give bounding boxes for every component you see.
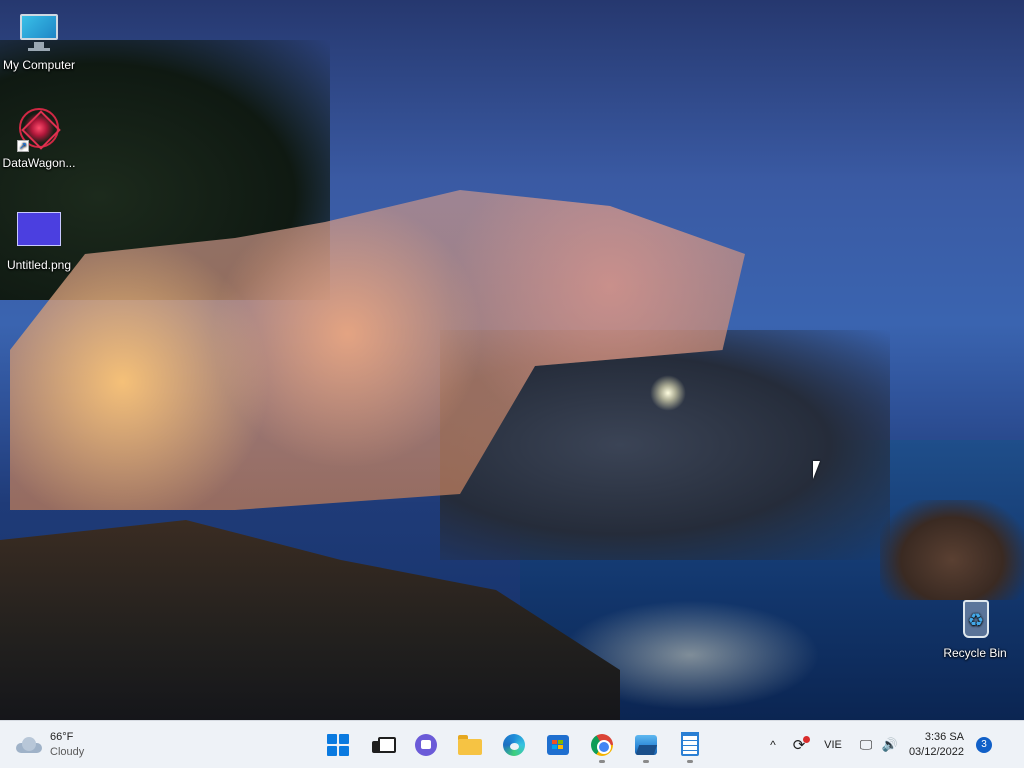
windows-start-icon [327, 734, 349, 756]
notification-center-button[interactable]: 3 [970, 729, 998, 761]
notepad-icon [681, 732, 699, 756]
network-button[interactable]: 🖵 [854, 729, 878, 761]
clock-date: 03/12/2022 [908, 746, 964, 758]
running-indicator [643, 760, 649, 763]
cloud-icon [16, 737, 42, 753]
clock-time: 3:36 SA [924, 731, 964, 743]
notification-count-badge: 3 [976, 737, 992, 753]
desktop-icon-label: My Computer [2, 58, 76, 72]
store-button[interactable] [536, 725, 580, 765]
clock-button[interactable]: 3:36 SA 03/12/2022 [902, 729, 970, 761]
language-indicator[interactable]: VIE [812, 729, 854, 761]
task-view-button[interactable] [360, 725, 404, 765]
shortcut-arrow-icon: ↗ [17, 140, 29, 152]
weather-widget[interactable]: 66°F Cloudy [16, 727, 84, 763]
weather-condition: Cloudy [50, 746, 85, 758]
chat-icon [415, 734, 437, 756]
desktop-wallpaper [0, 0, 1024, 720]
notepad-button[interactable] [668, 725, 712, 765]
start-button[interactable] [316, 725, 360, 765]
desktop-icon-recycle-bin[interactable]: ♻ Recycle Bin [933, 596, 1017, 660]
mouse-cursor-icon [813, 461, 820, 479]
datawagon-icon: ↗ [15, 106, 63, 154]
desktop-icon-my-computer[interactable]: My Computer [0, 8, 81, 72]
show-hidden-icons-button[interactable]: ^ [760, 729, 786, 761]
sync-status-button[interactable]: ⟳ [786, 729, 812, 761]
recycle-bin-icon: ♻ [951, 596, 999, 644]
edge-icon [503, 734, 525, 756]
chrome-button[interactable] [580, 725, 624, 765]
desktop-icon-label: DataWagon... [2, 156, 76, 170]
taskbar-apps [316, 721, 712, 768]
file-explorer-button[interactable] [448, 725, 492, 765]
error-dot-icon [803, 736, 810, 743]
weather-temperature: 66°F [50, 731, 74, 743]
system-tray: ^ ⟳ VIE 🖵 🔊 3:36 SA 03/12/2022 3 [760, 721, 998, 768]
network-icon: 🖵 [859, 737, 873, 752]
store-icon [547, 735, 569, 755]
running-indicator [687, 760, 693, 763]
language-label: VIE [824, 739, 842, 751]
wallpaper-right-rocks [880, 500, 1024, 600]
chat-button[interactable] [404, 725, 448, 765]
image-file-icon [15, 208, 63, 256]
chrome-icon [591, 734, 613, 756]
photos-button[interactable] [624, 725, 668, 765]
folder-icon [458, 735, 482, 755]
volume-icon: 🔊 [881, 737, 899, 752]
task-view-icon [372, 737, 396, 753]
taskbar: 66°F Cloudy ^ ⟳ VIE 🖵 🔊 3:36 SA 03/12/20… [0, 720, 1024, 768]
running-indicator [599, 760, 605, 763]
photos-icon [635, 735, 657, 755]
desktop-icon-label: Untitled.png [6, 258, 72, 272]
computer-icon [15, 8, 63, 56]
volume-button[interactable]: 🔊 [878, 729, 902, 761]
wallpaper-light [650, 375, 686, 411]
desktop-icon-label: Recycle Bin [943, 646, 1007, 660]
chevron-up-icon: ^ [770, 738, 776, 752]
desktop-icon-datawagon[interactable]: ↗ DataWagon... [0, 106, 81, 170]
desktop-icon-untitled-png[interactable]: Untitled.png [0, 208, 81, 272]
edge-button[interactable] [492, 725, 536, 765]
